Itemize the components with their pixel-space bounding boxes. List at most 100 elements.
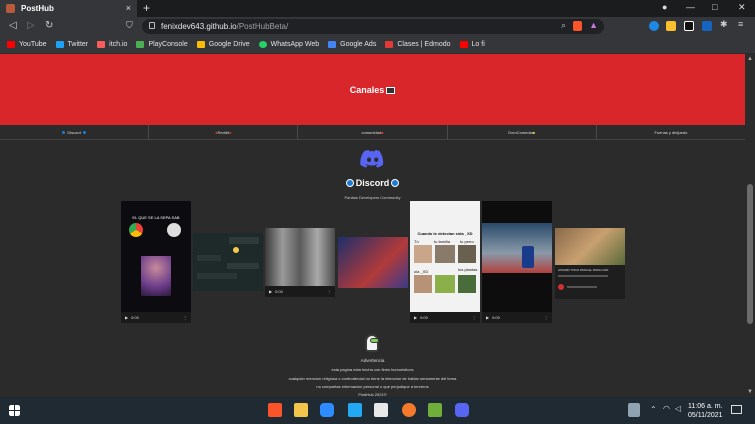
bookmark-icon[interactable]: ⛉ bbox=[126, 20, 133, 31]
recycle-bin-icon[interactable] bbox=[628, 403, 640, 417]
bookmark-youtube[interactable]: YouTube bbox=[7, 41, 47, 48]
pepsi-can bbox=[522, 246, 534, 268]
play-icon[interactable]: ▶ bbox=[486, 315, 489, 320]
clock-date: 05/11/2021 bbox=[688, 412, 723, 419]
address-bar[interactable]: fenixdev643.github.io/PostHubBeta/ ⌕ ▲ bbox=[142, 19, 604, 34]
vscode-icon[interactable] bbox=[348, 403, 362, 417]
among-us-icon bbox=[361, 332, 383, 354]
play-icon[interactable]: ▶ bbox=[414, 315, 417, 320]
bookmark-google-drive[interactable]: Google Drive bbox=[196, 41, 250, 48]
channel-tab-comunidad[interactable]: comunidad ■ bbox=[298, 125, 448, 139]
menu-icon[interactable]: ≡ bbox=[738, 19, 748, 29]
minecraft-icon[interactable] bbox=[428, 403, 442, 417]
meme-face bbox=[435, 275, 455, 293]
crewmate-visor bbox=[370, 338, 379, 343]
wifi-icon[interactable]: ◠ bbox=[663, 404, 670, 413]
back-icon[interactable]: ◁ bbox=[9, 20, 17, 31]
video-controls[interactable]: ▶ 0:00 ⋮ bbox=[482, 312, 552, 323]
scroll-down-icon[interactable]: ▼ bbox=[747, 389, 753, 395]
unity-icon[interactable] bbox=[374, 403, 388, 417]
volume-icon[interactable]: ◁ bbox=[675, 404, 681, 413]
bookmark-label: WhatsApp Web bbox=[270, 41, 320, 48]
channel-tab-fuenas[interactable]: Fuenas y dirtjuedo bbox=[597, 125, 745, 139]
chat-bubble bbox=[229, 237, 259, 244]
scroll-up-icon[interactable]: ▲ bbox=[747, 56, 753, 62]
taskbar: ⌃ ◠ ◁ 11:06 a. m. 05/11/2021 bbox=[0, 397, 755, 424]
tab-close-icon[interactable]: × bbox=[126, 3, 131, 13]
channel-label: Reddit bbox=[217, 129, 230, 135]
video-card-6[interactable]: ▶ 0:00 ⋮ bbox=[482, 201, 552, 323]
image-card-spiderman[interactable] bbox=[338, 237, 408, 288]
bookmark-google-ads[interactable]: Google Ads bbox=[328, 41, 376, 48]
blender-icon[interactable] bbox=[402, 403, 416, 417]
bookmark-playconsole[interactable]: PlayConsole bbox=[136, 41, 188, 48]
maximize-button[interactable]: □ bbox=[712, 2, 717, 12]
minimize-button[interactable]: — bbox=[686, 2, 695, 12]
discord-taskbar-icon[interactable] bbox=[455, 403, 469, 417]
bookmark-label: Clases | Edmodo bbox=[397, 41, 451, 48]
video-card-1[interactable]: EL QUE SE LA SEPA SAB ▶ 0:00 ⋮ bbox=[121, 201, 191, 323]
taskbar-clock[interactable]: 11:06 a. m. 05/11/2021 bbox=[688, 402, 723, 420]
more-options-icon[interactable]: ⋮ bbox=[183, 315, 187, 320]
bookmark-itchio[interactable]: itch.io bbox=[97, 41, 127, 48]
tab-posthub[interactable]: PostHub × bbox=[0, 0, 137, 17]
extension-4-icon[interactable] bbox=[702, 21, 712, 31]
channel-tab-reddit[interactable]: ● Reddit ● bbox=[149, 125, 299, 139]
video-controls[interactable]: ▶ 0:00 ⋮ bbox=[410, 312, 480, 323]
forward-icon[interactable]: ▷ bbox=[27, 20, 35, 31]
bookmark-twitter[interactable]: Twitter bbox=[55, 41, 88, 48]
bookmark-label: Google Ads bbox=[340, 41, 377, 48]
video-controls[interactable]: ▶ 0:00 ⋮ bbox=[265, 286, 335, 297]
extension-1-icon[interactable] bbox=[649, 21, 659, 31]
profile-icon[interactable]: ● bbox=[662, 2, 667, 12]
bookmark-label: PlayConsole bbox=[148, 41, 188, 48]
search-icon[interactable]: ⌕ bbox=[561, 20, 566, 31]
warning-line: cualquier mencion religiosa o controderc… bbox=[288, 376, 457, 381]
discord-logo-icon bbox=[360, 150, 384, 168]
chevron-up-icon[interactable]: ⌃ bbox=[650, 405, 657, 414]
bookmark-lofi[interactable]: Lo fi bbox=[459, 41, 485, 48]
close-window-button[interactable]: ✕ bbox=[738, 2, 746, 13]
video-card-meme[interactable]: Cuando te detectan sida _XD Tú tu famili… bbox=[410, 201, 480, 323]
blue-circle-icon bbox=[391, 179, 400, 187]
playconsole-icon bbox=[136, 41, 145, 48]
extension-2-icon[interactable] bbox=[666, 21, 676, 31]
windows-start-icon[interactable] bbox=[9, 405, 20, 416]
bookmark-whatsapp[interactable]: WhatsApp Web bbox=[258, 41, 320, 48]
channel-tab-domcomedia[interactable]: DomComedia ■ bbox=[448, 125, 597, 139]
circle-icon bbox=[167, 223, 181, 237]
brave-shield-icon[interactable] bbox=[573, 21, 582, 31]
brave-taskbar-icon[interactable] bbox=[268, 403, 282, 417]
more-options-icon[interactable]: ⋮ bbox=[472, 315, 476, 320]
page-scrollbar[interactable]: ▲ ▼ bbox=[745, 54, 755, 397]
youtube-icon bbox=[7, 41, 15, 48]
twitter-icon bbox=[55, 41, 64, 48]
video-card-3[interactable]: ▶ 0:00 ⋮ bbox=[265, 228, 335, 297]
bookmark-label: Google Drive bbox=[208, 41, 250, 48]
zoom-icon[interactable] bbox=[320, 403, 334, 417]
more-options-icon[interactable]: ⋮ bbox=[544, 315, 548, 320]
reload-icon[interactable]: ↻ bbox=[45, 20, 53, 31]
play-icon[interactable]: ▶ bbox=[269, 289, 272, 294]
puzzle-icon[interactable]: ✱ bbox=[720, 19, 730, 29]
file-explorer-icon[interactable] bbox=[294, 403, 308, 417]
google-ads-icon bbox=[328, 41, 337, 48]
bookmark-edmodo[interactable]: Clases | Edmodo bbox=[385, 41, 451, 48]
more-options-icon[interactable]: ⋮ bbox=[327, 289, 331, 294]
chat-screenshot-card[interactable] bbox=[193, 233, 263, 291]
video-controls[interactable]: ▶ 0:00 ⋮ bbox=[121, 312, 191, 323]
youtube-screenshot-card[interactable]: ASUMIR TODO PARA EL PARA GOD bbox=[555, 228, 625, 299]
channel-tab-discord[interactable]: Discord bbox=[0, 125, 150, 139]
extension-3-icon[interactable] bbox=[684, 21, 694, 31]
crewmate-body bbox=[365, 334, 379, 352]
page-content[interactable]: Canales Discord ● Reddit ● comunidad ■ DomC… bbox=[0, 54, 745, 397]
new-tab-button[interactable]: + bbox=[143, 1, 150, 15]
chrome-icon bbox=[129, 223, 143, 237]
bookmark-label: itch.io bbox=[109, 41, 128, 48]
notification-icon[interactable] bbox=[731, 405, 742, 414]
clock-time: 11:06 a. m. bbox=[688, 403, 723, 410]
scroll-thumb[interactable] bbox=[747, 184, 753, 324]
play-icon[interactable]: ▶ bbox=[125, 315, 128, 320]
brave-rewards-icon[interactable]: ▲ bbox=[589, 20, 598, 30]
discord-dot-icon bbox=[62, 130, 66, 134]
